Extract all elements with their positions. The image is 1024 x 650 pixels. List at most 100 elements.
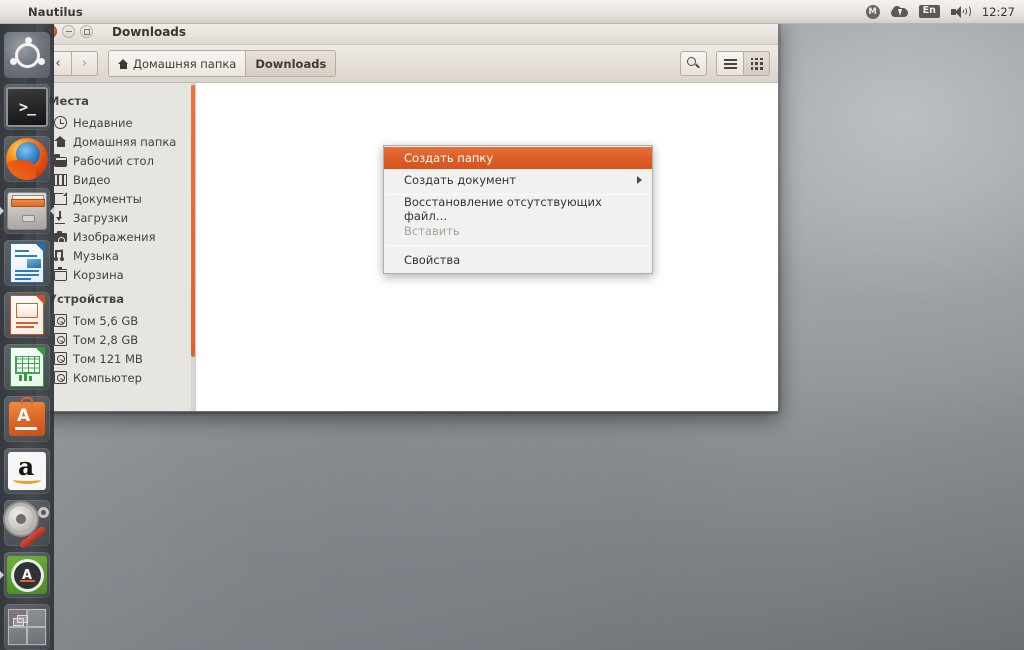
view-mode-group	[716, 51, 770, 76]
sidebar-item-home[interactable]: Домашняя папка	[36, 132, 195, 151]
grid-view-button[interactable]	[743, 51, 770, 76]
tray-volume-indicator[interactable]	[950, 0, 971, 24]
sidebar-item-label: Компьютер	[73, 370, 142, 385]
breadcrumb: Домашняя папка Downloads	[108, 50, 337, 77]
window-minimize-button[interactable]	[62, 25, 75, 38]
breadcrumb-label: Downloads	[255, 56, 327, 71]
sidebar-item-pictures[interactable]: Изображения	[36, 227, 195, 246]
clock-icon	[54, 116, 67, 129]
sidebar-item-volume-2[interactable]: Том 2,8 GB	[36, 330, 195, 349]
sidebar-item-desktop[interactable]: Рабочий стол	[36, 151, 195, 170]
nautilus-toolbar: ‹ › Домашняя папка Downloads	[36, 45, 778, 83]
menu-item-restore-missing-files[interactable]: Восстановление отсутствующих файл…	[384, 195, 652, 223]
menu-item-create-document[interactable]: Создать документ	[384, 169, 652, 191]
forward-button[interactable]: ›	[71, 51, 98, 76]
camera-icon	[54, 230, 67, 244]
launcher-item-amazon[interactable]: a	[4, 448, 50, 494]
breadcrumb-item-home[interactable]: Домашняя папка	[109, 51, 246, 76]
amazon-icon: a	[8, 452, 46, 490]
list-view-icon	[723, 58, 737, 69]
sidebar-heading-devices: Устройства	[48, 292, 125, 306]
libreoffice-writer-icon	[10, 242, 45, 283]
launcher-item-libreoffice-calc[interactable]	[4, 344, 50, 390]
sidebar-item-recent[interactable]: Недавние	[36, 113, 195, 132]
sidebar-item-volume-1[interactable]: Том 5,6 GB	[36, 311, 195, 330]
drive-icon	[54, 314, 67, 327]
tray-keyboard-layout[interactable]: En	[918, 0, 940, 24]
language-indicator: En	[918, 4, 940, 19]
terminal-icon: >_	[6, 87, 48, 127]
download-icon	[54, 211, 67, 224]
launcher-item-files[interactable]	[0, 188, 55, 234]
sidebar-item-trash[interactable]: Корзина	[36, 265, 195, 284]
launcher-item-terminal[interactable]: >_	[4, 84, 50, 130]
breadcrumb-label: Домашняя папка	[133, 56, 237, 71]
libreoffice-impress-icon	[10, 294, 45, 335]
sidebar-item-label: Видео	[73, 172, 111, 187]
menu-item-label: Восстановление отсутствующих файл…	[404, 195, 602, 223]
sidebar-item-label: Домашняя папка	[73, 134, 177, 149]
sidebar-item-label: Загрузки	[73, 210, 129, 225]
tray-cloud-indicator[interactable]	[890, 0, 908, 24]
launcher-item-libreoffice-writer[interactable]	[4, 240, 50, 286]
film-icon	[54, 173, 67, 186]
sidebar-item-label: Документы	[73, 191, 142, 206]
sidebar-item-label: Том 121 MB	[73, 351, 143, 366]
sidebar-heading-places: Места	[48, 94, 89, 108]
tray-mega-indicator[interactable]: M	[865, 0, 880, 24]
breadcrumb-item-downloads[interactable]: Downloads	[245, 51, 336, 76]
context-menu: Создать папку Создать документ Восстанов…	[383, 145, 653, 274]
sidebar-item-downloads[interactable]: Загрузки	[36, 208, 195, 227]
menu-item-label: Вставить	[404, 224, 460, 238]
firefox-icon	[6, 138, 48, 180]
sidebar-scrollbar-thumb[interactable]	[191, 85, 195, 357]
unity-launcher: >_ A a A	[0, 24, 55, 650]
launcher-item-ubuntu-dash[interactable]	[4, 32, 50, 78]
sidebar-item-label: Изображения	[73, 229, 156, 244]
list-view-button[interactable]	[716, 51, 743, 76]
chevron-right-icon	[637, 176, 642, 184]
software-updater-icon: A	[7, 556, 47, 594]
menu-item-label: Свойства	[404, 253, 461, 267]
top-panel: Nautilus M En 12:27	[0, 0, 1024, 24]
minimize-icon	[65, 30, 72, 33]
window-title: Downloads	[112, 24, 187, 39]
menu-item-label: Создать документ	[404, 173, 517, 187]
window-maximize-button[interactable]	[80, 25, 93, 38]
panel-app-title[interactable]: Nautilus	[28, 5, 83, 19]
sidebar-item-music[interactable]: Музыка	[36, 246, 195, 265]
menu-separator	[385, 245, 651, 246]
search-button[interactable]	[680, 51, 707, 76]
launcher-item-workspace-switcher[interactable]	[4, 604, 50, 650]
sidebar-item-label: Том 5,6 GB	[73, 313, 139, 328]
trash-icon	[53, 266, 67, 281]
launcher-item-software-updater[interactable]: A	[0, 552, 50, 598]
sidebar-item-videos[interactable]: Видео	[36, 170, 195, 189]
launcher-item-libreoffice-impress[interactable]	[4, 292, 50, 338]
cloud-sync-icon	[890, 5, 908, 18]
system-tray: M En 12:27	[865, 0, 1024, 24]
places-sidebar: Места Недавние Домашняя папка Рабочий ст…	[36, 83, 196, 411]
music-note-icon	[54, 248, 67, 262]
search-icon	[687, 57, 700, 70]
sidebar-item-volume-3[interactable]: Том 121 MB	[36, 349, 195, 368]
menu-item-paste: Вставить	[384, 220, 652, 242]
toolbar-right-group	[680, 51, 770, 76]
launcher-item-ubuntu-software[interactable]: A	[4, 396, 50, 442]
tray-clock[interactable]: 12:27	[980, 5, 1015, 19]
sidebar-item-label: Корзина	[73, 267, 124, 282]
gear-wrench-icon	[7, 504, 49, 550]
maximize-icon	[83, 28, 90, 35]
sidebar-item-computer[interactable]: Компьютер	[36, 368, 195, 387]
sidebar-item-documents[interactable]: Документы	[36, 189, 195, 208]
sidebar-item-label: Недавние	[73, 115, 133, 130]
sidebar-item-label: Том 2,8 GB	[73, 332, 139, 347]
sidebar-item-label: Рабочий стол	[73, 153, 154, 168]
sidebar-item-label: Музыка	[73, 248, 119, 263]
volume-icon	[950, 5, 971, 19]
launcher-item-system-settings[interactable]	[4, 500, 50, 550]
menu-item-properties[interactable]: Свойства	[384, 249, 652, 271]
menu-item-create-folder[interactable]: Создать папку	[384, 147, 652, 169]
drive-icon	[54, 333, 67, 346]
launcher-item-firefox[interactable]	[4, 136, 50, 182]
